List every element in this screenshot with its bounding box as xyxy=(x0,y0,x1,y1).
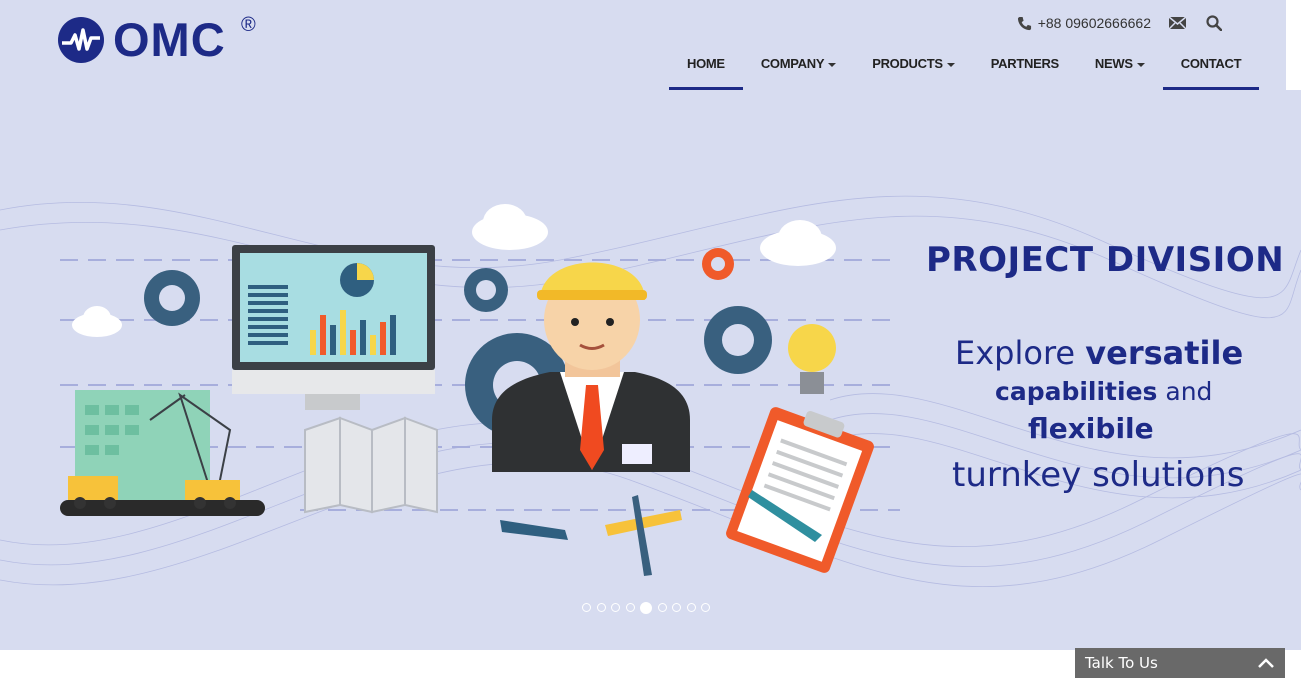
hero-headline: PROJECT DIVISION xyxy=(926,240,1285,280)
site-header: OMC ® +88 09602666662 HOME COMPANY PRODU… xyxy=(0,0,1301,90)
slider-dot-5[interactable] xyxy=(640,601,652,614)
chat-widget[interactable]: Talk To Us xyxy=(1075,648,1285,678)
slider-dot-1[interactable] xyxy=(582,603,591,612)
phone-number: +88 09602666662 xyxy=(1037,15,1151,31)
hero-tagline-line4: turnkey solutions xyxy=(952,455,1245,495)
phone-icon xyxy=(1017,16,1031,30)
nav-contact[interactable]: CONTACT xyxy=(1162,48,1260,90)
brand-logo[interactable]: OMC ® xyxy=(58,14,263,66)
slider-dot-4[interactable] xyxy=(625,603,635,612)
hero-banner: PROJECT DIVISION Explore versatile capab… xyxy=(0,0,1301,650)
slider-dot-3[interactable] xyxy=(611,603,620,612)
nav-news[interactable]: NEWS xyxy=(1077,48,1163,90)
hero-tagline-line1: Explore versatile xyxy=(955,334,1244,372)
hero-illustration xyxy=(0,195,1301,588)
omc-logo-icon xyxy=(58,17,104,63)
nav-partners[interactable]: PARTNERS xyxy=(973,48,1077,90)
hero-tagline-line3: flexibile xyxy=(1028,412,1154,445)
search-icon[interactable] xyxy=(1206,15,1222,31)
phone-link[interactable]: +88 09602666662 xyxy=(1017,15,1151,31)
nav-company[interactable]: COMPANY xyxy=(743,48,854,90)
mail-icon[interactable] xyxy=(1169,16,1186,30)
brand-name: OMC xyxy=(113,13,226,66)
header-edge xyxy=(1286,0,1301,90)
caret-down-icon xyxy=(946,63,955,67)
chevron-up-icon xyxy=(1258,658,1274,668)
slider-dot-8[interactable] xyxy=(686,603,696,612)
nav-products[interactable]: PRODUCTS xyxy=(854,48,973,90)
registered-mark: ® xyxy=(241,14,256,36)
slider-pagination xyxy=(582,601,710,614)
nav-home[interactable]: HOME xyxy=(669,48,743,90)
slider-dot-7[interactable] xyxy=(672,603,681,612)
slider-dot-6[interactable] xyxy=(657,603,667,612)
main-nav: HOME COMPANY PRODUCTS PARTNERS NEWS CONT… xyxy=(669,48,1260,90)
hero-tagline-line2: capabilities and xyxy=(995,377,1213,406)
slider-dot-2[interactable] xyxy=(596,603,606,612)
caret-down-icon xyxy=(828,63,837,67)
caret-down-icon xyxy=(1136,63,1145,67)
header-contact-row: +88 09602666662 xyxy=(1017,12,1222,34)
slider-dot-9[interactable] xyxy=(701,603,710,612)
chat-label: Talk To Us xyxy=(1085,654,1158,672)
